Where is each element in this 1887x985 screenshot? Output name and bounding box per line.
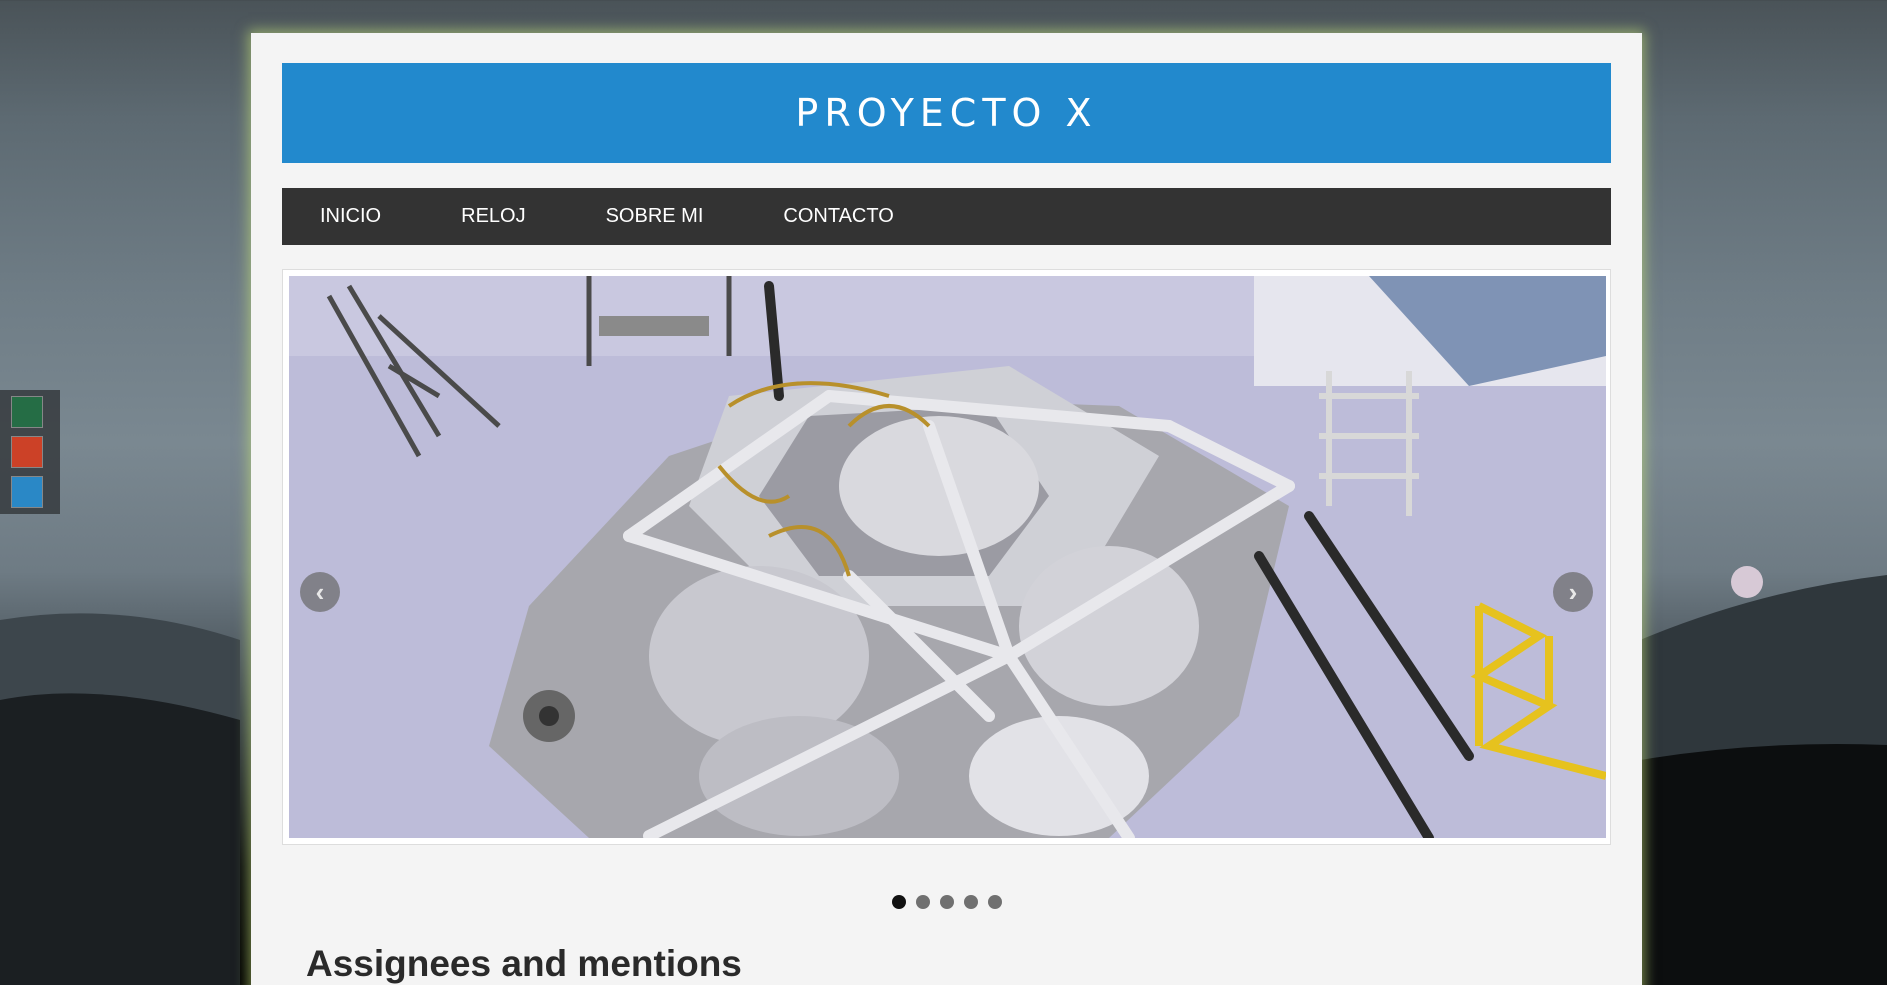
- chevron-right-icon: ›: [1568, 576, 1578, 607]
- carousel-indicators: [251, 895, 1642, 909]
- carousel-indicator-3[interactable]: [939, 895, 954, 909]
- image-carousel: ‹ ›: [282, 269, 1611, 845]
- theme-swatch-red[interactable]: [11, 436, 43, 468]
- nav-item-sobre-mi[interactable]: SOBRE MI: [606, 205, 704, 228]
- carousel-prev-button[interactable]: ‹: [300, 572, 340, 612]
- site-title: PROYECTO X: [795, 91, 1098, 135]
- page-container: PROYECTO X INICIO RELOJ SOBRE MI CONTACT…: [251, 33, 1642, 985]
- theme-swatch-green[interactable]: [11, 396, 43, 428]
- nav-item-contacto[interactable]: CONTACTO: [783, 205, 893, 228]
- spacecraft-photo: [289, 276, 1606, 838]
- site-header: PROYECTO X: [282, 63, 1611, 163]
- carousel-indicator-1[interactable]: [891, 895, 906, 909]
- carousel-indicator-4[interactable]: [963, 895, 978, 909]
- nav-item-reloj[interactable]: RELOJ: [461, 205, 525, 228]
- theme-swatch-blue[interactable]: [11, 476, 43, 508]
- chevron-left-icon: ‹: [315, 576, 325, 607]
- section-heading: Assignees and mentions: [306, 943, 742, 984]
- carousel-next-button[interactable]: ›: [1553, 572, 1593, 612]
- main-nav: INICIO RELOJ SOBRE MI CONTACTO: [282, 188, 1611, 245]
- nav-item-inicio[interactable]: INICIO: [320, 205, 381, 228]
- carousel-indicator-5[interactable]: [987, 895, 1002, 909]
- carousel-indicator-2[interactable]: [915, 895, 930, 909]
- theme-switcher: [0, 390, 60, 514]
- carousel-slide-image: [289, 276, 1606, 838]
